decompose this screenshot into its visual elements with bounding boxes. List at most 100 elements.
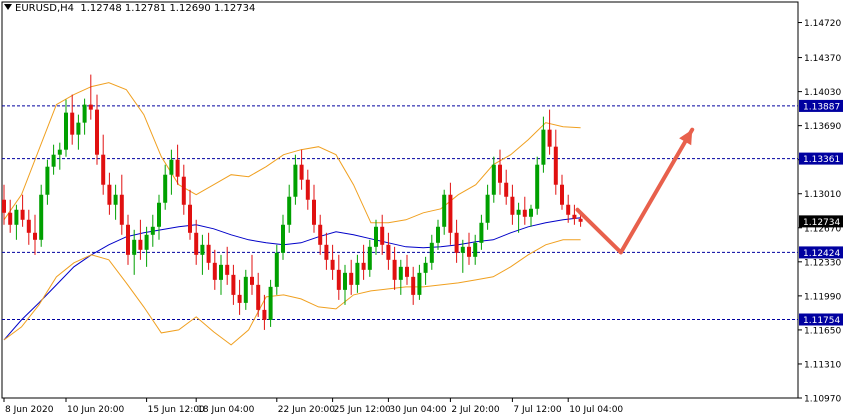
candle-body: [231, 274, 236, 295]
candle-body: [206, 244, 211, 263]
bollinger-lower-line: [3, 239, 581, 346]
x-tick-label: 7 Jul 12:00: [513, 405, 562, 415]
candle-body: [436, 226, 440, 243]
x-tick-label: 10 Jun 20:00: [67, 405, 124, 415]
candle-body: [485, 194, 490, 223]
candle-body: [14, 209, 19, 225]
candle-body: [535, 164, 540, 209]
candle-body: [510, 196, 515, 215]
y-tick-label: 1.14720: [804, 19, 841, 29]
candle-body: [8, 212, 13, 225]
y-tick-label: 1.13690: [804, 122, 841, 132]
candle-body: [256, 284, 261, 310]
candle-body: [163, 174, 168, 203]
candle-body: [349, 272, 354, 285]
candle-body: [541, 129, 546, 165]
y-tick-label: 1.10970: [804, 395, 841, 405]
candle-body: [361, 262, 366, 270]
candle-body: [70, 112, 75, 135]
y-tick-label: 1.11650: [804, 326, 841, 336]
candle-body: [498, 164, 502, 183]
candle-body: [504, 182, 509, 197]
candle-body: [88, 104, 93, 110]
candle-body: [64, 112, 68, 150]
current-price-label: 1.12734: [803, 218, 840, 228]
candle-body: [479, 222, 484, 243]
candle-body: [299, 164, 304, 180]
candle-body: [82, 104, 87, 123]
candle-body: [343, 272, 347, 290]
candle-body: [454, 232, 459, 253]
candle-body: [522, 209, 527, 217]
y-tick-label: 1.14030: [804, 88, 841, 98]
x-tick-label: 10 Jul 04:00: [569, 405, 623, 415]
y-tick-label: 1.12330: [804, 258, 841, 268]
candle-body: [305, 179, 310, 200]
y-tick-label: 1.11310: [804, 360, 841, 370]
level-price-label: 1.12424: [803, 249, 840, 259]
candle-body: [529, 208, 533, 217]
candle-body: [392, 259, 397, 280]
candle-body: [448, 194, 453, 233]
candle-body: [274, 252, 279, 287]
candle-body: [516, 209, 521, 215]
x-tick-label: 30 Jun 04:00: [389, 405, 446, 415]
candle-body: [250, 276, 254, 285]
candle-body: [225, 264, 230, 275]
candle-body: [460, 246, 465, 253]
candle-body: [181, 176, 186, 205]
candle-body: [405, 266, 409, 277]
candle-body: [113, 194, 118, 205]
candle-body: [76, 122, 81, 135]
candle-body: [200, 244, 205, 255]
level-price-label: 1.13361: [803, 155, 840, 165]
candle-body: [572, 214, 577, 219]
candle-body: [51, 154, 56, 167]
candle-body: [287, 196, 292, 225]
candle-body: [57, 149, 62, 155]
y-tick-label: 1.11990: [804, 292, 841, 302]
candle-body: [219, 264, 223, 280]
candle-body: [119, 194, 124, 225]
candle-body: [417, 272, 422, 295]
x-tick-label: 2 Jul 20:00: [451, 405, 500, 415]
level-price-label: 1.13887: [803, 102, 840, 112]
candle-body: [194, 232, 199, 255]
moving-average-line: [3, 217, 581, 341]
candle-body: [45, 166, 50, 195]
candle-body: [268, 286, 273, 320]
candle-body: [293, 164, 298, 197]
x-tick-label: 22 Jun 20:00: [278, 405, 335, 415]
x-tick-label: 8 Jun 2020: [5, 405, 54, 415]
candle-body: [157, 202, 161, 227]
candle-body: [150, 226, 155, 235]
candle-body: [423, 262, 428, 273]
candle-body: [411, 276, 416, 295]
candle-body: [33, 232, 37, 240]
x-tick-label: 25 Jun 12:00: [334, 405, 391, 415]
candle-body: [442, 194, 447, 227]
candle-body: [101, 154, 106, 185]
candle-body: [367, 246, 372, 270]
y-tick-label: 1.13010: [804, 190, 841, 200]
candle-body: [262, 309, 267, 320]
candle-body: [144, 234, 149, 250]
candle-body: [398, 266, 403, 280]
candle-body: [39, 194, 44, 240]
projection-arrow: [575, 127, 695, 255]
candle-body: [281, 224, 285, 253]
price-chart[interactable]: 1.147201.143701.140301.136901.133501.130…: [0, 0, 846, 419]
candle-body: [188, 204, 192, 233]
candle-body: [374, 226, 378, 247]
candle-body: [169, 159, 174, 175]
candle-body: [26, 219, 31, 233]
y-tick-label: 1.14370: [804, 54, 841, 64]
candle-body: [578, 218, 583, 222]
candle-body: [355, 262, 360, 285]
candle-body: [491, 164, 496, 195]
candle-body: [20, 209, 25, 220]
candle-body: [560, 184, 564, 205]
candle-body: [132, 239, 137, 255]
candle-body: [2, 199, 6, 213]
candle-body: [324, 244, 329, 260]
